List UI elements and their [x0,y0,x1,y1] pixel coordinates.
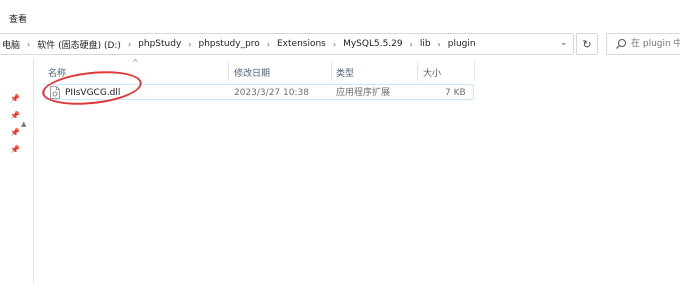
chevron-right-icon[interactable]: › [262,40,275,49]
file-type: 应用程序扩展 [336,88,391,98]
navigation-pane: ▲ 📌 📌 📌 📌 [0,58,34,284]
sort-ascending-icon: ^ [132,58,139,67]
crumb-drive-d[interactable]: 软件 (固态硬盘) (D:) [35,38,123,51]
pin-icon[interactable]: 📌 [10,111,20,121]
crumb-lib[interactable]: lib [418,39,433,49]
scroll-up-arrow-icon[interactable]: ▲ [21,120,26,128]
chevron-down-icon[interactable]: ⌄ [560,38,568,48]
chevron-right-icon[interactable]: › [328,40,341,49]
address-bar[interactable]: 电脑 › 软件 (固态硬盘) (D:) › phpStudy › phpstud… [0,33,574,55]
crumb-this-pc[interactable]: 电脑 [0,38,22,51]
pin-icon[interactable]: 📌 [10,94,20,104]
chevron-right-icon[interactable]: › [433,40,446,49]
file-modified: 2023/3/27 10:38 [234,88,309,98]
chevron-right-icon[interactable]: › [405,40,418,49]
crumb-phpstudy[interactable]: phpStudy [136,39,183,49]
column-header-modified[interactable]: 修改日期 [234,64,270,80]
search-icon [616,39,626,49]
breadcrumb: 电脑 › 软件 (固态硬盘) (D:) › phpStudy › phpstud… [0,34,478,54]
refresh-icon: ↻ [582,37,592,51]
refresh-button[interactable]: ↻ [576,33,598,55]
search-box[interactable] [606,33,680,55]
column-divider[interactable] [417,61,418,81]
column-header-size[interactable]: 大小 [423,64,441,80]
pin-icon[interactable]: 📌 [10,145,20,155]
pin-icon[interactable]: 📌 [10,128,20,138]
chevron-right-icon[interactable]: › [183,40,196,49]
column-divider[interactable] [474,61,475,81]
chevron-right-icon[interactable]: › [123,40,136,49]
column-divider[interactable] [331,61,332,81]
crumb-plugin[interactable]: plugin [446,39,478,49]
column-header-type[interactable]: 类型 [336,64,354,80]
crumb-phpstudy-pro[interactable]: phpstudy_pro [196,39,261,49]
chevron-right-icon[interactable]: › [22,40,35,49]
tab-view[interactable]: 查看 [9,12,27,25]
search-input[interactable] [631,36,680,52]
column-divider[interactable] [228,61,229,81]
file-size: 7 KB [445,88,466,98]
crumb-mysql[interactable]: MySQL5.5.29 [341,39,405,49]
ribbon: 查看 [0,0,680,30]
crumb-extensions[interactable]: Extensions [275,39,328,49]
address-row: 电脑 › 软件 (固态硬盘) (D:) › phpStudy › phpstud… [0,30,680,58]
